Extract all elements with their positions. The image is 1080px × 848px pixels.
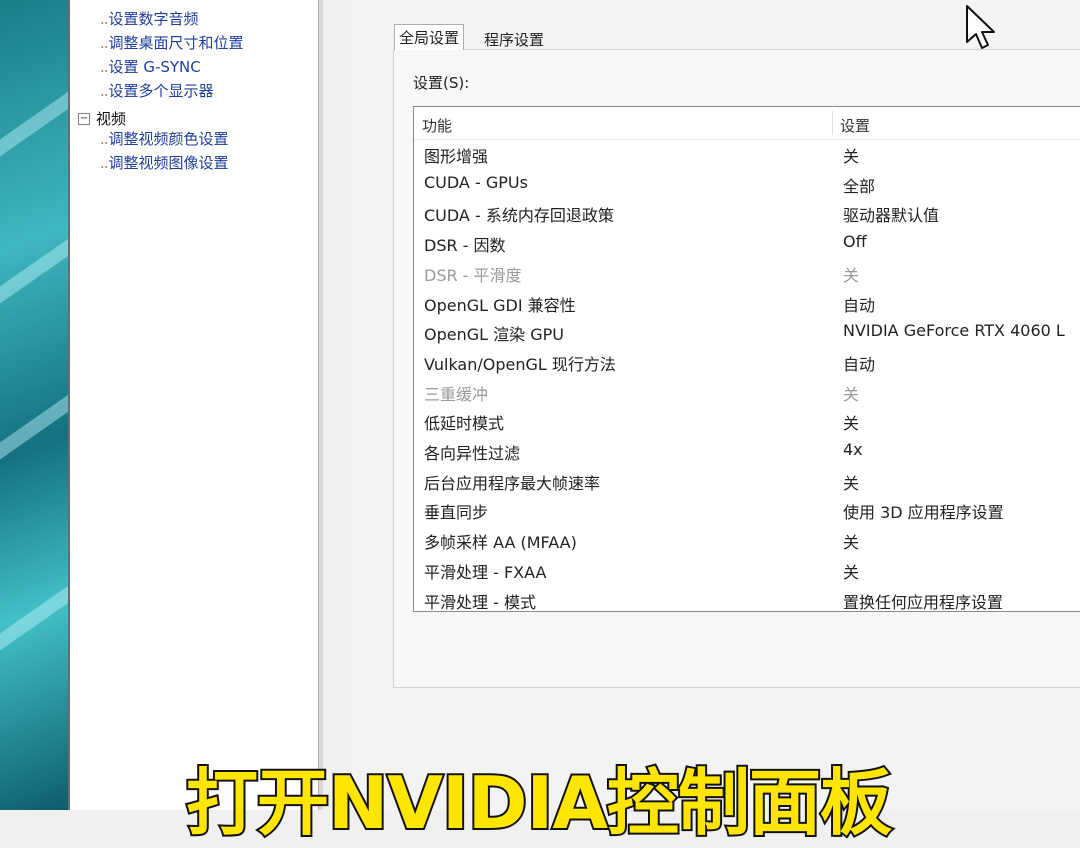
row-feature: CUDA - GPUs: [424, 172, 528, 192]
row-feature: 三重缓冲: [424, 384, 489, 404]
row-feature: 后台应用程序最大帧速率: [424, 473, 601, 493]
row-feature: 各向异性过滤: [424, 444, 521, 463]
list-row[interactable]: 低延时模式 关: [414, 407, 1080, 436]
tree-item-desktop-size[interactable]: ..调整桌面尺寸和位置: [100, 32, 244, 53]
list-row[interactable]: 各向异性过滤 4x: [414, 437, 1080, 466]
row-feature: DSR - 平滑度: [424, 265, 522, 285]
list-row[interactable]: CUDA - GPUs 全部: [414, 170, 1080, 199]
row-setting-value: 关: [843, 414, 860, 434]
mouse-cursor-icon: [966, 5, 995, 49]
list-row[interactable]: CUDA - 系统内存回退政策 驱动器默认值: [414, 199, 1080, 228]
row-setting-value: 使用 3D 应用程序设置: [843, 503, 1004, 523]
row-feature: OpenGL GDI 兼容性: [424, 295, 576, 315]
tab-global-settings[interactable]: 全局设置: [394, 24, 465, 50]
row-feature: CUDA - 系统内存回退政策: [424, 206, 614, 226]
list-row[interactable]: DSR - 平滑度 关: [414, 259, 1080, 288]
collapse-icon[interactable]: −: [78, 112, 90, 125]
desktop-background: [0, 0, 68, 810]
tree-item-gsync[interactable]: ..设置 G-SYNC: [100, 56, 201, 77]
row-setting-value: NVIDIA GeForce RTX 4060 L: [843, 321, 1065, 341]
list-row[interactable]: OpenGL 渲染 GPU NVIDIA GeForce RTX 4060 L: [414, 318, 1080, 347]
row-setting-value: 自动: [843, 295, 876, 315]
list-row[interactable]: Vulkan/OpenGL 现行方法 自动: [414, 348, 1080, 377]
row-setting-value: 4x: [843, 440, 863, 459]
column-header-setting[interactable]: 设置: [840, 115, 870, 136]
settings-list[interactable]: 功能 设置 图形增强关 CUDA - GPUs 全部 CUDA - 系统内存回退政策驱…: [413, 106, 1080, 612]
list-row[interactable]: 后台应用程序最大帧速率 关: [414, 467, 1080, 496]
row-feature: 图形增强: [424, 147, 489, 166]
row-feature: 垂直同步: [424, 503, 489, 523]
column-separator[interactable]: [832, 111, 833, 135]
row-setting-value: 关: [843, 147, 860, 166]
list-row[interactable]: 图形增强 关: [414, 140, 1080, 169]
settings-label: 设置(S):: [413, 74, 470, 92]
row-setting-value: 关: [843, 384, 860, 404]
list-row[interactable]: OpenGL GDI 兼容性 自动: [414, 289, 1080, 318]
tree-section-video[interactable]: − 视频: [78, 108, 126, 129]
tree-item-video-image[interactable]: ..调整视频图像设置: [100, 152, 229, 173]
list-header: 功能 设置: [414, 107, 1080, 140]
list-row[interactable]: DSR - 因数 Off: [414, 229, 1080, 258]
row-setting-value: 置换任何应用程序设置: [843, 592, 1004, 612]
list-row[interactable]: 平滑处理 - 模式 置换任何应用程序设置: [414, 586, 1080, 612]
row-setting-value: Off: [843, 232, 867, 252]
column-header-feature[interactable]: 功能: [422, 115, 452, 136]
video-subtitle: 打开NVIDIA控制面板: [184, 759, 894, 847]
row-setting-value: 全部: [843, 176, 876, 196]
row-setting-value: 驱动器默认值: [843, 206, 940, 226]
row-setting-value: 关: [843, 265, 860, 285]
row-setting-value: 关: [843, 533, 860, 553]
row-feature: 平滑处理 - 模式: [424, 592, 536, 612]
tab-program-settings[interactable]: 程序设置: [480, 27, 548, 53]
row-feature: 多帧采样 AA (MFAA): [424, 533, 577, 553]
tree-item-digital-audio[interactable]: ..设置数字音频: [100, 8, 199, 29]
list-row[interactable]: 平滑处理 - FXAA 关: [414, 556, 1080, 585]
list-row[interactable]: 垂直同步 使用 3D 应用程序设置: [414, 496, 1080, 525]
list-row[interactable]: 多帧采样 AA (MFAA) 关: [414, 526, 1080, 555]
row-feature: Vulkan/OpenGL 现行方法: [424, 354, 616, 374]
list-row[interactable]: 三重缓冲 关: [414, 378, 1080, 407]
tree-item-video-color[interactable]: ..调整视频颜色设置: [100, 128, 229, 149]
row-setting-value: 自动: [843, 354, 876, 374]
row-setting-value: 关: [843, 473, 860, 493]
row-feature: 低延时模式: [424, 414, 505, 434]
row-setting-value: 关: [843, 562, 860, 582]
row-feature: 平滑处理 - FXAA: [424, 562, 547, 582]
tree-item-multi-display[interactable]: ..设置多个显示器: [100, 80, 214, 101]
row-feature: DSR - 因数: [424, 236, 506, 256]
row-feature: OpenGL 渲染 GPU: [424, 325, 564, 345]
